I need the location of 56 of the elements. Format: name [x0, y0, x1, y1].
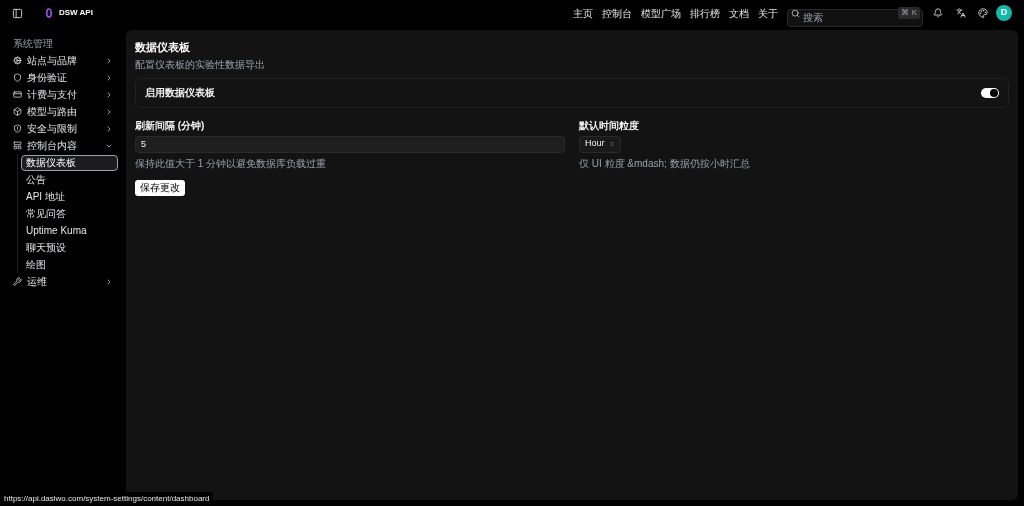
- sidebar-subitem[interactable]: 公告: [21, 171, 118, 188]
- item-icon: [13, 107, 22, 116]
- item-icon: [13, 73, 22, 82]
- field-hint: 仅 UI 粒度 &mdash; 数据仍按小时汇总: [579, 156, 750, 171]
- sidebar-subitem[interactable]: 绘图: [21, 256, 118, 273]
- sidebar-item[interactable]: 身份验证: [8, 69, 118, 86]
- sidebar-toggle-icon[interactable]: [12, 7, 23, 19]
- field-label: 刷新间隔 (分钟): [135, 118, 205, 133]
- toggle-switch[interactable]: [981, 87, 999, 98]
- item-icon: [13, 124, 22, 133]
- item-icon: [13, 90, 22, 99]
- bell-icon[interactable]: [933, 8, 943, 18]
- item-label: 控制台内容: [27, 139, 77, 153]
- nav-link[interactable]: 主页: [573, 5, 593, 21]
- sidebar-subitem[interactable]: 常见问答: [21, 205, 118, 222]
- chevron-right-icon: [105, 277, 113, 286]
- palette-icon[interactable]: [978, 8, 988, 18]
- page-title: 数据仪表板: [135, 40, 191, 55]
- nav-link[interactable]: 文档: [729, 5, 749, 21]
- nav-link[interactable]: 关于: [758, 5, 778, 21]
- nav-link[interactable]: 控制台: [602, 5, 632, 21]
- item-icon: [13, 277, 22, 286]
- sidebar-item[interactable]: 运维: [8, 273, 118, 290]
- sidebar-item[interactable]: 计费与支付: [8, 86, 118, 103]
- brand-name: DSW API: [59, 7, 93, 19]
- item-label: 站点与品牌: [27, 54, 77, 68]
- sidebar-item[interactable]: 安全与限制: [8, 120, 118, 137]
- sidebar-subitem[interactable]: Uptime Kuma: [21, 222, 118, 239]
- nav-link[interactable]: 排行榜: [690, 5, 720, 21]
- item-label: 计费与支付: [27, 88, 77, 102]
- interval-input[interactable]: 5: [135, 135, 565, 153]
- granularity-select[interactable]: Hour: [579, 135, 621, 153]
- search-icon: [791, 8, 800, 18]
- sidebar-subitem[interactable]: 数据仪表板: [21, 154, 118, 171]
- item-label: 安全与限制: [27, 122, 77, 136]
- item-label: 模型与路由: [27, 105, 77, 119]
- item-icon: [13, 141, 22, 150]
- toggle-label: 启用数据仪表板: [145, 86, 215, 100]
- logo-icon: [45, 8, 53, 18]
- select-caret-icon: [608, 141, 615, 147]
- page-subtitle: 配置仪表板的实验性数据导出: [135, 57, 266, 72]
- nav-link[interactable]: 模型广场: [641, 5, 681, 21]
- sidebar-item[interactable]: 控制台内容: [8, 137, 118, 154]
- save-button[interactable]: 保存更改: [135, 179, 185, 196]
- field-label: 默认时间粒度: [579, 118, 639, 133]
- item-icon: [13, 56, 22, 65]
- section-label: 系统管理: [13, 37, 54, 51]
- item-label: 身份验证: [27, 71, 67, 85]
- translate-icon[interactable]: [956, 8, 966, 18]
- sidebar-item[interactable]: 站点与品牌: [8, 52, 118, 69]
- field-hint: 保持此值大于 1 分钟以避免数据库负载过重: [135, 156, 327, 171]
- sidebar-subitem[interactable]: 聊天预设: [21, 239, 118, 256]
- sidebar-item[interactable]: 模型与路由: [8, 103, 118, 120]
- sidebar-subitem[interactable]: API 地址: [21, 188, 118, 205]
- item-label: 运维: [27, 275, 47, 289]
- shortcut-hint: ⌘ K: [898, 7, 920, 19]
